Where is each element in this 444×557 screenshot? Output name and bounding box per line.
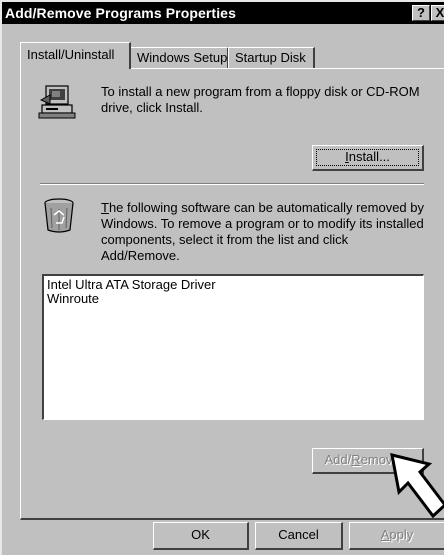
ok-label: OK (191, 527, 210, 542)
install-desc-line1: To install a new program from a floppy d… (101, 84, 420, 99)
uninstall-desc-line3: components, select it from the list and … (101, 232, 349, 247)
uninstall-desc-line1: he following software can be automatical… (108, 200, 425, 215)
uninstall-desc-line4: Add/Remove. (101, 248, 180, 263)
computer-install-icon (38, 85, 76, 119)
install-desc-line2: drive, click Install. (101, 100, 203, 115)
cancel-button[interactable]: Cancel (255, 522, 343, 550)
focus-rect (316, 149, 419, 166)
install-button[interactable]: Install... (312, 145, 424, 171)
cancel-label: Cancel (278, 527, 319, 542)
add-remove-label-pre: Add/ (324, 452, 352, 467)
recycle-bin-icon (44, 198, 74, 233)
add-remove-mnemonic: R (351, 452, 361, 467)
uninstall-description: The following software can be automatica… (101, 200, 424, 264)
uninstall-mnemonic: T (101, 200, 109, 215)
dialog-window: Add/Remove Programs Properties ? X Insta… (0, 0, 444, 555)
apply-label: pply (389, 527, 414, 542)
uninstall-desc-line2: Windows. To remove a program or to modif… (101, 216, 424, 231)
programs-listbox[interactable]: Intel Ultra ATA Storage Driver Winroute (42, 274, 424, 420)
mouse-pointer-icon (390, 452, 444, 519)
list-item[interactable]: Intel Ultra ATA Storage Driver (47, 278, 420, 292)
section-divider (40, 183, 424, 185)
apply-button[interactable]: Apply (349, 522, 444, 550)
install-description: To install a new program from a floppy d… (101, 84, 420, 116)
list-item[interactable]: Winroute (47, 292, 420, 306)
panel-content: To install a new program from a floppy d… (2, 2, 444, 557)
ok-button[interactable]: OK (153, 522, 249, 550)
